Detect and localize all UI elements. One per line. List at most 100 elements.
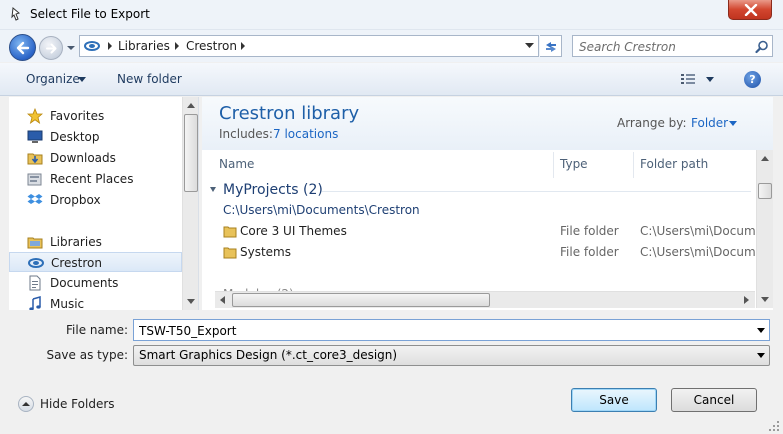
nav-item-dropbox[interactable]: Dropbox xyxy=(9,190,182,210)
group-collapse-icon[interactable] xyxy=(209,186,217,194)
horizontal-scroll-thumb[interactable] xyxy=(232,293,490,307)
forward-arrow-icon xyxy=(46,43,57,54)
search-box[interactable] xyxy=(572,35,773,57)
column-divider[interactable] xyxy=(553,152,554,178)
arrange-by-label: Arrange by: xyxy=(617,116,687,130)
save-as-type-select[interactable]: Smart Graphics Design (*.ct_core3_design… xyxy=(133,345,770,366)
file-row[interactable]: Core 3 UI Themes File folder C:\Users\mi… xyxy=(220,222,771,242)
nav-item-downloads[interactable]: Downloads xyxy=(9,148,182,168)
refresh-icon xyxy=(546,42,556,52)
change-view-icon[interactable] xyxy=(680,73,696,86)
nav-item-label: Dropbox xyxy=(50,193,101,207)
nav-item-label: Downloads xyxy=(50,151,116,165)
save-button[interactable]: Save xyxy=(571,388,657,412)
nav-item-favorites[interactable]: Favorites xyxy=(9,106,182,126)
nav-item-crestron[interactable]: Crestron xyxy=(9,252,182,272)
save-as-type-value: Smart Graphics Design (*.ct_core3_design… xyxy=(139,348,398,362)
libraries-icon xyxy=(27,237,43,249)
library-title: Crestron library xyxy=(219,103,360,124)
column-divider[interactable] xyxy=(633,152,634,178)
file-name-combobox[interactable] xyxy=(133,319,770,341)
back-button[interactable] xyxy=(9,34,36,61)
recent-pages-dropdown-icon[interactable] xyxy=(66,43,76,53)
nav-pane-scrollbar[interactable] xyxy=(182,97,199,310)
close-icon xyxy=(744,4,758,16)
organize-dropdown-icon[interactable] xyxy=(78,77,86,82)
library-header: Crestron library Includes: 7 locations A… xyxy=(202,97,773,150)
music-icon xyxy=(29,296,41,310)
view-options-dropdown-icon[interactable] xyxy=(706,77,714,82)
search-input[interactable] xyxy=(579,39,749,54)
help-icon[interactable]: ? xyxy=(744,71,761,88)
file-row[interactable]: Systems File folder C:\Users\mi\Documen xyxy=(220,243,771,263)
search-icon[interactable] xyxy=(755,40,769,54)
back-arrow-icon xyxy=(16,41,30,55)
scroll-up-icon[interactable] xyxy=(757,150,773,167)
refresh-button[interactable] xyxy=(540,35,562,57)
column-header-name[interactable]: Name xyxy=(219,157,254,171)
arrange-by-dropdown-icon[interactable] xyxy=(729,121,737,126)
file-name: Systems xyxy=(240,245,291,259)
nav-item-label: Crestron xyxy=(51,256,103,270)
nav-item-label: Music xyxy=(50,297,85,310)
file-name: Core 3 UI Themes xyxy=(240,224,347,238)
file-list-scroll-thumb[interactable] xyxy=(758,183,772,199)
file-list-vertical-scrollbar[interactable] xyxy=(756,150,773,308)
command-toolbar: Organize New folder ? xyxy=(0,63,783,96)
forward-button[interactable] xyxy=(39,36,63,60)
file-type: File folder xyxy=(560,224,619,238)
breadcrumb-libraries[interactable]: Libraries xyxy=(118,39,170,53)
scroll-right-icon[interactable] xyxy=(738,292,754,308)
scroll-down-icon[interactable] xyxy=(757,291,773,308)
recent-places-icon xyxy=(27,173,42,186)
address-dropdown-icon[interactable] xyxy=(525,43,534,49)
breadcrumb-separator-icon[interactable] xyxy=(107,42,113,50)
close-button[interactable] xyxy=(728,0,772,20)
new-folder-button[interactable]: New folder xyxy=(117,72,182,86)
nav-pane-scroll-thumb[interactable] xyxy=(184,114,198,192)
group-divider xyxy=(322,191,751,192)
column-header-folder-path[interactable]: Folder path xyxy=(640,157,708,171)
arrange-by-dropdown[interactable]: Folder xyxy=(691,116,728,130)
organize-button[interactable]: Organize xyxy=(26,72,80,86)
breadcrumb-crestron[interactable]: Crestron xyxy=(186,39,237,53)
app-icon xyxy=(11,7,21,21)
scroll-down-icon[interactable] xyxy=(183,293,199,310)
nav-item-desktop[interactable]: Desktop xyxy=(9,127,182,147)
nav-item-music[interactable]: Music xyxy=(9,294,182,310)
chevron-up-icon xyxy=(22,402,30,406)
documents-icon xyxy=(29,275,41,291)
nav-item-label: Recent Places xyxy=(50,172,134,186)
downloads-icon xyxy=(27,153,43,165)
nav-item-label: Desktop xyxy=(50,130,100,144)
hide-folders-label: Hide Folders xyxy=(40,397,115,411)
file-name-dropdown-icon[interactable] xyxy=(757,328,765,333)
nav-item-label: Documents xyxy=(50,276,119,290)
file-list-horizontal-scrollbar[interactable] xyxy=(215,291,755,308)
cancel-button[interactable]: Cancel xyxy=(671,388,757,412)
group-header[interactable]: MyProjects (2) xyxy=(223,182,323,198)
includes-label: Includes: xyxy=(219,127,273,141)
breadcrumb-separator-icon[interactable] xyxy=(174,42,180,50)
nav-item-label: Libraries xyxy=(50,235,102,249)
group-path: C:\Users\mi\Documents\Crestron xyxy=(223,203,420,217)
file-name-input[interactable] xyxy=(139,323,739,338)
address-bar[interactable]: Libraries Crestron xyxy=(79,35,539,57)
scroll-up-icon[interactable] xyxy=(183,97,199,114)
resize-grip-icon[interactable] xyxy=(768,420,780,432)
nav-item-documents[interactable]: Documents xyxy=(9,273,182,293)
scroll-left-icon[interactable] xyxy=(215,292,231,308)
locations-link[interactable]: 7 locations xyxy=(273,127,338,141)
desktop-icon xyxy=(27,130,43,143)
folder-icon xyxy=(223,226,237,238)
library-location-icon xyxy=(84,41,100,51)
file-path: C:\Users\mi\Documen xyxy=(640,224,771,238)
nav-item-libraries[interactable]: Libraries xyxy=(9,232,182,252)
breadcrumb-separator-icon[interactable] xyxy=(240,42,246,50)
title-bar: Select File to Export xyxy=(0,0,783,30)
column-header-type[interactable]: Type xyxy=(560,157,588,171)
nav-item-recent-places[interactable]: Recent Places xyxy=(9,169,182,189)
save-as-type-dropdown-icon[interactable] xyxy=(757,353,765,358)
star-icon xyxy=(27,108,43,124)
file-type: File folder xyxy=(560,245,619,259)
